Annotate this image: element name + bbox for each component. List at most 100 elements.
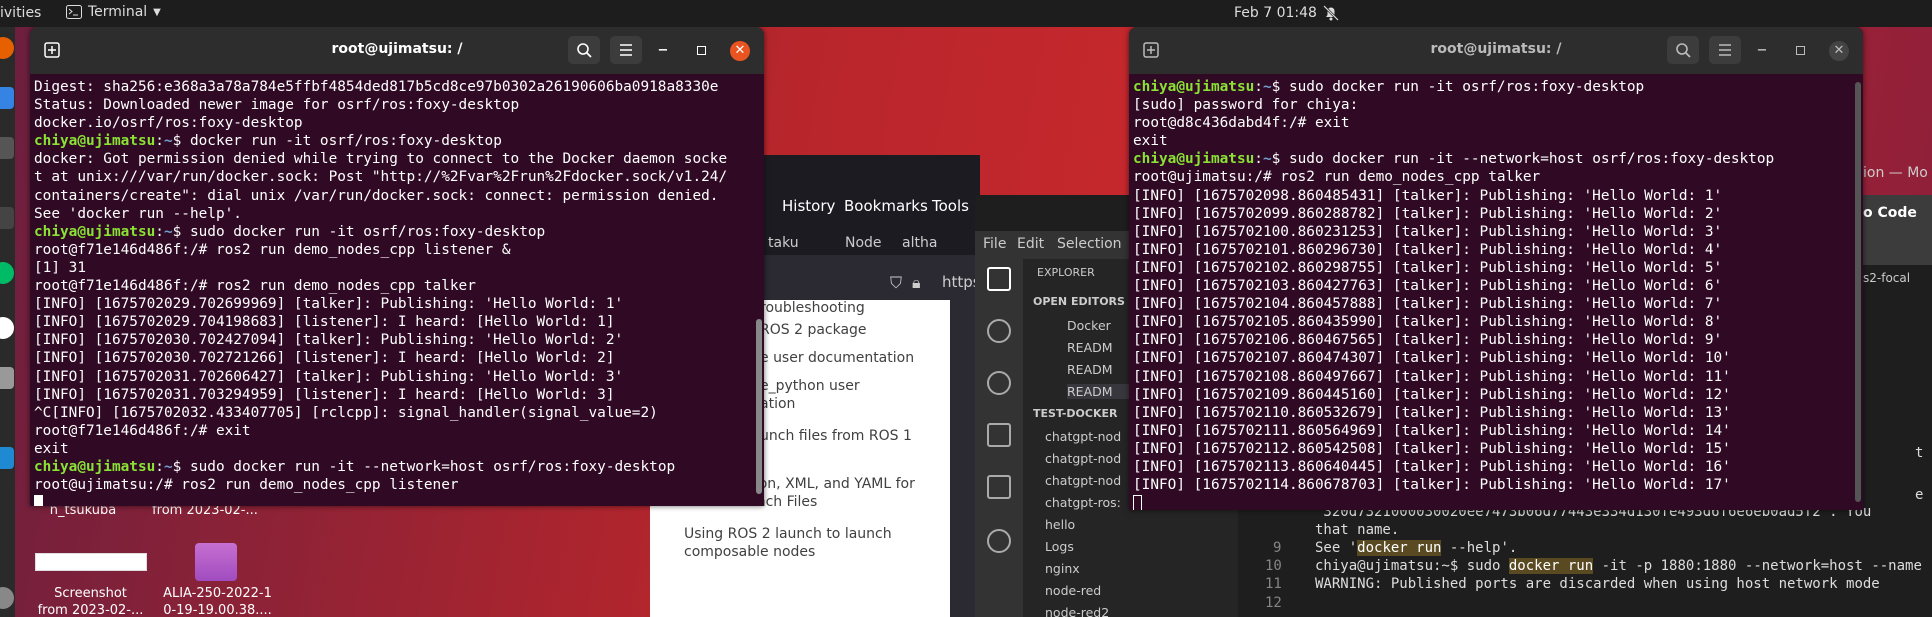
source-control-icon[interactable]	[987, 371, 1011, 395]
search-button[interactable]	[568, 36, 600, 64]
toc-link[interactable]: e_python user	[760, 378, 860, 394]
minimize-button[interactable]: −	[653, 41, 673, 61]
image-file-icon[interactable]	[195, 543, 237, 581]
folder-item[interactable]: hello	[1045, 517, 1075, 532]
folder-item[interactable]: chatgpt-nod	[1045, 451, 1121, 466]
terminal-app-icon[interactable]	[0, 207, 14, 229]
app-icon[interactable]	[0, 87, 14, 109]
open-editors-header[interactable]: OPEN EDITORS	[1033, 295, 1125, 308]
terminal-titlebar[interactable]: root@ujimatsu: / − ✕	[30, 27, 764, 74]
activities-button[interactable]: ivities	[0, 5, 41, 21]
prompt-user: chiya@ujimatsu	[1133, 79, 1255, 95]
vscode-tab[interactable]: o Code	[1863, 205, 1917, 221]
app-icon[interactable]	[0, 367, 14, 389]
scrollbar[interactable]	[1855, 82, 1861, 502]
prompt-path: ~	[1262, 151, 1272, 168]
clock[interactable]: Feb 7 01:48	[1234, 5, 1317, 21]
terminal-text: [INFO] [1675702106.860467565] [talker]: …	[1133, 332, 1723, 349]
terminal-output[interactable]: chiya@ujimatsu:~$ sudo docker run -it os…	[1129, 74, 1863, 510]
open-editor-item[interactable]: READM	[1067, 362, 1113, 377]
desktop-icon-label[interactable]: from 2023-02-...	[28, 603, 153, 617]
terminal-line: [INFO] [1675702110.860532679] [talker]: …	[1133, 404, 1859, 422]
close-button[interactable]: ✕	[1829, 41, 1849, 61]
line-number: 12	[1265, 595, 1282, 611]
code-line: WARNING: Published ports are discarded w…	[1315, 576, 1880, 592]
menu-selection[interactable]: Selection	[1057, 236, 1122, 252]
minimize-button[interactable]: −	[1752, 41, 1772, 61]
toc-link[interactable]: ation	[760, 396, 795, 412]
app-menu[interactable]: Terminal ▼	[66, 4, 161, 20]
shield-icon[interactable]: ⛉	[890, 273, 902, 293]
folder-item[interactable]: chatgpt-ros:	[1045, 495, 1121, 510]
toc-link[interactable]: Using ROS 2 launch to launch	[684, 526, 892, 542]
terminal-window-right[interactable]: root@ujimatsu: / − ✕ chiya@ujimatsu:~$ s…	[1129, 27, 1863, 510]
terminal-line: [INFO] [1675702111.860564969] [talker]: …	[1133, 422, 1859, 440]
terminal-line: [sudo] password for chiya:	[1133, 96, 1859, 114]
folder-item[interactable]: Logs	[1045, 539, 1074, 554]
folder-item[interactable]: node-red2	[1045, 605, 1109, 617]
vscode-icon[interactable]	[0, 447, 14, 469]
open-editor-item[interactable]: Docker	[1067, 318, 1111, 333]
close-button[interactable]: ✕	[730, 41, 750, 61]
terminal-line: [INFO] [1675702113.860640445] [talker]: …	[1133, 458, 1859, 476]
desktop-icon-label[interactable]: Screenshot	[28, 586, 153, 601]
workspace-header[interactable]: TEST-DOCKER	[1033, 407, 1117, 420]
toc-link[interactable]: ROS 2 package	[760, 322, 867, 338]
folder-item[interactable]: nginx	[1045, 561, 1080, 576]
vscode-tab[interactable]: s2-focal	[1863, 271, 1910, 285]
terminal-line: ^C[INFO] [1675702032.433407705] [rclcpp]…	[34, 404, 760, 422]
text-cursor	[34, 495, 43, 506]
terminal-line: exit	[34, 440, 760, 458]
screenshot-thumbnail[interactable]	[35, 553, 147, 571]
folder-item[interactable]: chatgpt-nod	[1045, 429, 1121, 444]
menu-bookmarks[interactable]: Bookmarks	[844, 197, 928, 215]
desktop-icon-label[interactable]: ALIA-250-2022-1	[155, 586, 280, 601]
menu-tools[interactable]: Tools	[932, 197, 969, 215]
browser-tab[interactable]: taku	[768, 235, 799, 251]
search-icon[interactable]	[987, 319, 1011, 343]
docker-icon[interactable]	[987, 529, 1011, 553]
browser-tab[interactable]: altha	[902, 235, 937, 251]
terminal-line	[1133, 494, 1859, 510]
scrollbar[interactable]	[756, 319, 762, 494]
terminal-text: [INFO] [1675702103.860427763] [talker]: …	[1133, 278, 1723, 295]
terminal-window-left[interactable]: root@ujimatsu: / − ✕ Digest: sha256:e368…	[30, 27, 764, 506]
files-icon[interactable]	[987, 267, 1011, 291]
toc-link[interactable]: unch files from ROS 1	[760, 428, 912, 444]
app-icon[interactable]	[0, 317, 14, 339]
terminal-output[interactable]: Digest: sha256:e368a3a78a784e5ffbf4854de…	[30, 74, 764, 506]
extensions-icon[interactable]	[987, 475, 1011, 499]
desktop-icon-label[interactable]: 0-19-19.00.38....	[155, 603, 280, 617]
search-button[interactable]	[1667, 36, 1699, 64]
app-icon[interactable]	[0, 262, 14, 284]
terminal-text: root@d8c436dabd4f:/# exit	[1133, 115, 1350, 132]
open-editor-item[interactable]: READM	[1067, 340, 1113, 355]
browser-tab[interactable]: Node	[845, 235, 882, 251]
terminal-text: [INFO] [1675702031.703294959] [listener]…	[34, 386, 615, 403]
folder-item[interactable]: node-red	[1045, 583, 1101, 598]
line-number: 9	[1273, 540, 1282, 556]
terminal-titlebar[interactable]: root@ujimatsu: / − ✕	[1129, 27, 1863, 74]
app-icon[interactable]	[0, 137, 14, 159]
maximize-button[interactable]	[1790, 41, 1810, 61]
lock-icon: 🔒︎	[912, 273, 921, 292]
terminal-text: [INFO] [1675702098.860485431] [talker]: …	[1133, 187, 1723, 204]
menu-edit[interactable]: Edit	[1017, 236, 1044, 252]
firefox-icon[interactable]	[0, 37, 14, 59]
bell-off-icon[interactable]	[1322, 4, 1340, 22]
terminal-text: root@ujimatsu:/# ros2 run demo_nodes_cpp…	[1133, 169, 1541, 186]
toc-link[interactable]: roubleshooting	[760, 300, 865, 316]
menu-button[interactable]	[610, 36, 642, 64]
menu-file[interactable]: File	[983, 236, 1006, 252]
terminal-line: [INFO] [1675702114.860678703] [talker]: …	[1133, 476, 1859, 494]
folder-item[interactable]: chatgpt-nod	[1045, 473, 1121, 488]
app-icon[interactable]	[0, 587, 14, 609]
toc-link[interactable]: composable nodes	[684, 544, 815, 560]
maximize-button[interactable]	[691, 41, 711, 61]
menu-history[interactable]: History	[782, 197, 835, 215]
menu-button[interactable]	[1709, 36, 1741, 64]
toc-link[interactable]: e user documentation	[760, 350, 914, 366]
terminal-text: :	[155, 133, 164, 150]
terminal-line: root@f71e146d486f:/# ros2 run demo_nodes…	[34, 277, 760, 295]
run-debug-icon[interactable]	[987, 423, 1011, 447]
